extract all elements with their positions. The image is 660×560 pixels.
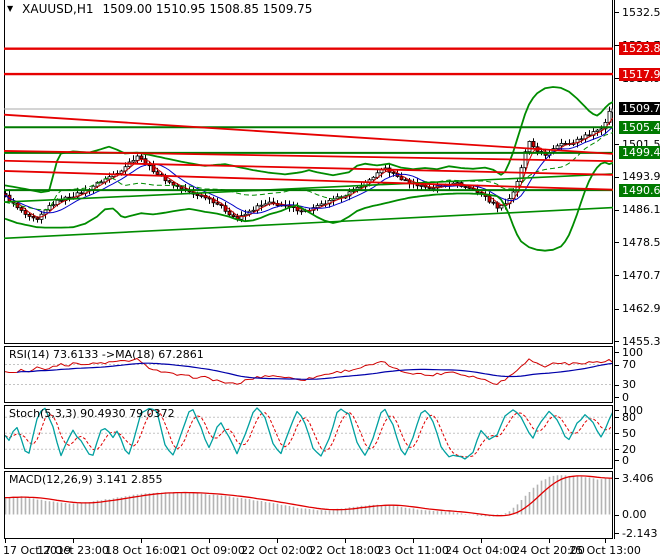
time-tick-mark <box>413 539 414 543</box>
time-tick-label: 22 Oct 18:00 <box>309 544 381 557</box>
scale-tick-label: 70 <box>622 358 636 371</box>
scale-tick-label: 0 <box>622 390 629 404</box>
symbol-dropdown-icon[interactable]: ▼ <box>7 3 13 15</box>
scale-tick-label: -2.143 <box>622 526 658 540</box>
stoch-label: Stoch(5,3,3) 90.4930 79.0372 <box>9 407 175 420</box>
scale-tick-label: 0 <box>622 453 629 467</box>
scale-separator <box>614 0 615 539</box>
price-badge: 1523.89 <box>619 42 660 56</box>
time-tick-mark <box>549 539 550 543</box>
time-tick-label: 17 Oct 23:00 <box>37 544 109 557</box>
price-scale[interactable]: 1532.501524.701516.901501.501493.901486.… <box>614 0 660 540</box>
price-badge: 1509.75 <box>619 102 660 116</box>
price-badge: 1490.69 <box>619 183 660 197</box>
scale-tick-label: 1532.50 <box>622 5 660 19</box>
ohlc-readout: 1509.00 1510.95 1508.85 1509.75 <box>102 2 313 16</box>
main-chart-pane[interactable] <box>4 0 613 344</box>
scale-tick-label: 30 <box>622 378 636 391</box>
time-axis[interactable]: 17 Oct 2019 17 Oct 23:00 18 Oct 16:00 21 Oc… <box>0 539 660 560</box>
scale-tick-label: 1493.90 <box>622 170 660 183</box>
scale-tick-label: 1470.70 <box>622 268 660 282</box>
scale-tick-label: 50 <box>622 426 636 440</box>
scale-tick-label: 80 <box>622 410 636 424</box>
time-tick-label: 22 Oct 02:00 <box>241 544 313 557</box>
time-tick-mark <box>209 539 210 543</box>
price-badge: 1505.46 <box>619 120 660 134</box>
rsi-label: RSI(14) 73.6133 ->MA(18) 67.2861 <box>9 348 204 361</box>
time-tick-mark <box>73 539 74 543</box>
chart-window: ▼ XAUUSD,H1 1509.00 1510.95 1508.85 1509… <box>0 0 660 560</box>
time-tick-label: 25 Oct 13:00 <box>569 544 641 557</box>
scale-tick-label: 1462.90 <box>622 302 660 316</box>
time-tick-mark <box>277 539 278 543</box>
time-tick-mark <box>141 539 142 543</box>
scale-tick-label: 0.00 <box>622 508 647 521</box>
scale-tick-label: 3.406 <box>622 471 654 485</box>
time-tick-label: 21 Oct 09:00 <box>173 544 245 557</box>
time-tick-label: 18 Oct 16:00 <box>105 544 177 557</box>
time-tick-mark <box>605 539 606 543</box>
time-tick-mark <box>481 539 482 543</box>
macd-label: MACD(12,26,9) 3.141 2.855 <box>9 473 163 486</box>
chart-title: ▼ XAUUSD,H1 1509.00 1510.95 1508.85 1509… <box>7 2 312 16</box>
price-badge: 1499.44 <box>619 146 660 160</box>
time-tick-label: 24 Oct 04:00 <box>445 544 517 557</box>
scale-tick-label: 100 <box>622 345 643 359</box>
time-tick-label: 23 Oct 11:00 <box>377 544 449 557</box>
time-tick-mark <box>345 539 346 543</box>
symbol-label: XAUUSD,H1 <box>22 2 94 16</box>
price-badge: 1517.93 <box>619 67 660 81</box>
scale-tick-label: 1478.50 <box>622 235 660 249</box>
scale-tick-label: 1486.10 <box>622 203 660 217</box>
time-tick-mark <box>5 539 6 543</box>
